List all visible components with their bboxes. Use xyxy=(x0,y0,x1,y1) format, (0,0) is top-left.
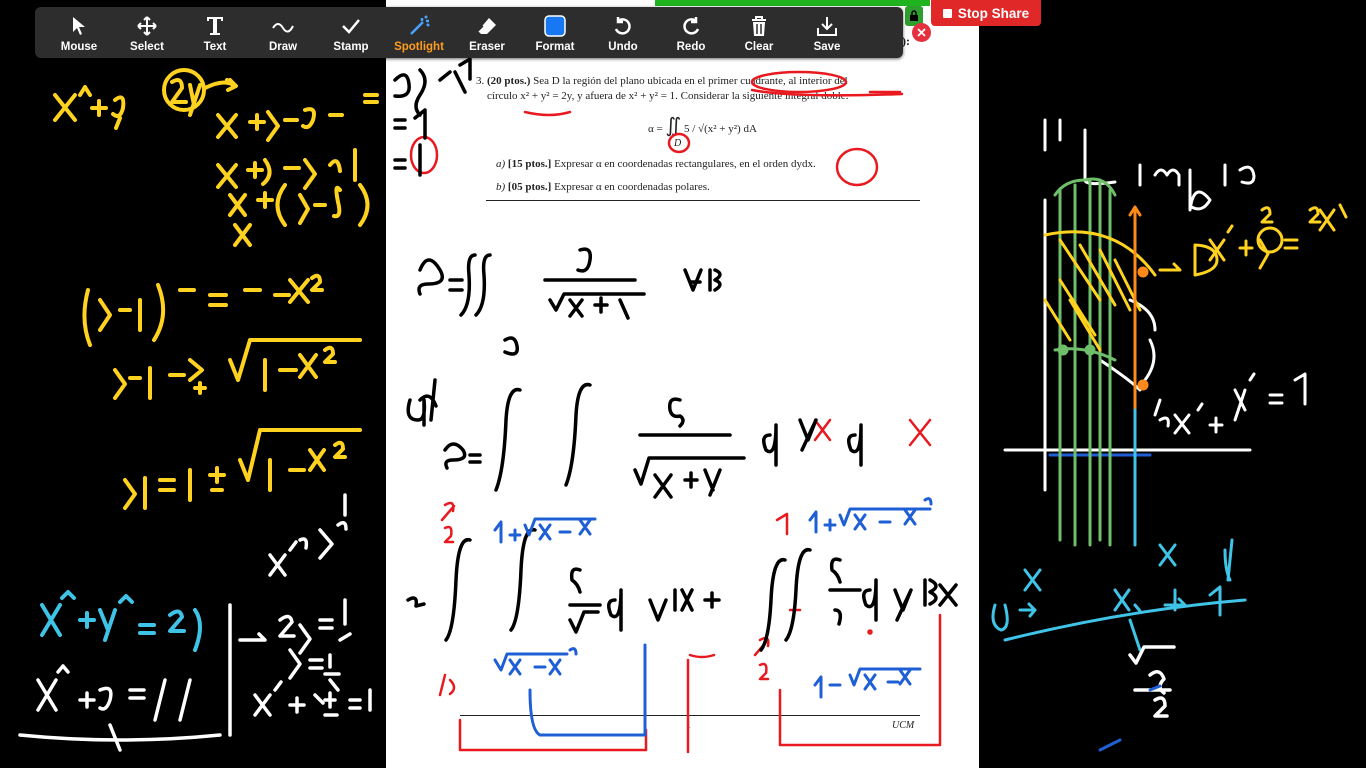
tool-label: Redo xyxy=(676,41,706,53)
tool-label: Clear xyxy=(744,41,774,53)
tool-label: Undo xyxy=(608,41,638,53)
move-arrows-icon xyxy=(137,16,157,36)
tool-text[interactable]: Text xyxy=(181,7,249,58)
tool-redo[interactable]: Redo xyxy=(657,7,725,58)
ink-red-marks xyxy=(409,70,942,754)
tool-label: Stamp xyxy=(333,41,369,53)
redo-icon xyxy=(683,17,700,35)
tool-stamp[interactable]: Stamp xyxy=(317,7,385,58)
tool-label: Save xyxy=(813,41,841,53)
ink-blue-limits xyxy=(493,453,1152,752)
close-icon xyxy=(917,28,926,37)
annotation-canvas[interactable]: ): 3. (20 ptos.) Sea D la región del pla… xyxy=(0,0,1366,768)
trash-icon xyxy=(752,16,766,36)
annotation-toolbar: Mouse Select Text Draw Stamp Spotlight E… xyxy=(35,7,931,58)
tool-label: Spotlight xyxy=(394,41,444,53)
ink-green-strips xyxy=(1053,177,1117,547)
stop-icon xyxy=(942,8,952,18)
stop-share-label: Stop Share xyxy=(957,5,1030,21)
ink-black-work xyxy=(393,57,958,652)
ink-white-algebra xyxy=(18,493,372,752)
ink-yellow-algebra xyxy=(53,68,379,510)
tool-label: Format xyxy=(535,41,575,53)
download-icon xyxy=(817,17,837,36)
tool-eraser[interactable]: Eraser xyxy=(453,7,521,58)
tool-spotlight[interactable]: Spotlight xyxy=(385,7,453,58)
text-icon xyxy=(207,17,223,35)
tool-clear[interactable]: Clear xyxy=(725,7,793,58)
checkmark-icon xyxy=(342,19,360,34)
cursor-icon xyxy=(73,17,85,35)
magic-wand-icon xyxy=(410,15,430,35)
tool-label: Select xyxy=(130,41,164,53)
tool-save[interactable]: Save xyxy=(793,7,861,58)
tool-mouse[interactable]: Mouse xyxy=(45,7,113,58)
stop-share-button[interactable]: Stop Share xyxy=(931,0,1041,26)
close-toolbar-button[interactable] xyxy=(912,23,931,42)
ink-white-diagram xyxy=(1003,118,1307,492)
undo-icon xyxy=(614,17,631,35)
tool-format[interactable]: Format xyxy=(521,7,589,58)
color-square-icon xyxy=(544,15,566,37)
tool-label: Mouse xyxy=(60,41,98,53)
tool-draw[interactable]: Draw xyxy=(249,7,317,58)
ink-white-bound xyxy=(1128,645,1176,718)
squiggle-icon xyxy=(272,23,294,33)
tool-label: Eraser xyxy=(469,41,505,53)
ink-strokes xyxy=(18,57,1348,754)
eraser-icon xyxy=(477,18,496,34)
tool-undo[interactable]: Undo xyxy=(589,7,657,58)
tool-label: Draw xyxy=(268,41,298,53)
ink-cyan-equation xyxy=(40,590,202,652)
sharing-indicator-bar xyxy=(655,0,930,6)
ink-cyan-limits xyxy=(991,408,1247,652)
tool-label: Text xyxy=(203,41,227,53)
tool-select[interactable]: Select xyxy=(113,7,181,58)
